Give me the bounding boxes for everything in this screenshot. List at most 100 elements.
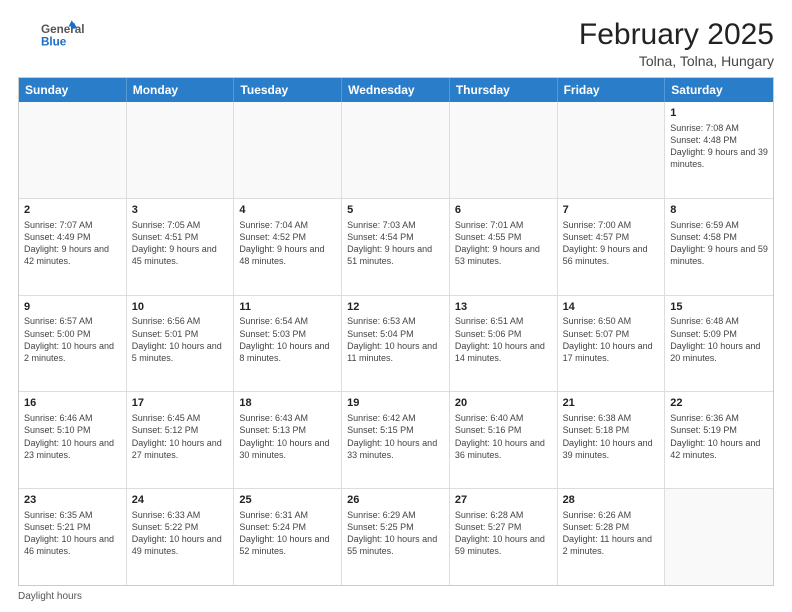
day-info: Sunrise: 7:00 AM Sunset: 4:57 PM Dayligh…: [563, 219, 660, 268]
calendar-body: 1Sunrise: 7:08 AM Sunset: 4:48 PM Daylig…: [19, 102, 773, 585]
day-number: 23: [24, 493, 121, 508]
day-number: 14: [563, 300, 660, 315]
day-number: 28: [563, 493, 660, 508]
day-cell-8: 8Sunrise: 6:59 AM Sunset: 4:58 PM Daylig…: [665, 199, 773, 295]
day-info: Sunrise: 7:01 AM Sunset: 4:55 PM Dayligh…: [455, 219, 552, 268]
day-header-tuesday: Tuesday: [234, 78, 342, 102]
footer-note: Daylight hours: [18, 591, 774, 602]
day-header-friday: Friday: [558, 78, 666, 102]
empty-cell: [665, 489, 773, 585]
day-info: Sunrise: 7:05 AM Sunset: 4:51 PM Dayligh…: [132, 219, 229, 268]
day-info: Sunrise: 6:50 AM Sunset: 5:07 PM Dayligh…: [563, 315, 660, 364]
day-number: 21: [563, 396, 660, 411]
calendar-row-3: 16Sunrise: 6:46 AM Sunset: 5:10 PM Dayli…: [19, 391, 773, 488]
day-info: Sunrise: 6:51 AM Sunset: 5:06 PM Dayligh…: [455, 315, 552, 364]
day-cell-7: 7Sunrise: 7:00 AM Sunset: 4:57 PM Daylig…: [558, 199, 666, 295]
day-info: Sunrise: 6:36 AM Sunset: 5:19 PM Dayligh…: [670, 412, 768, 461]
day-cell-20: 20Sunrise: 6:40 AM Sunset: 5:16 PM Dayli…: [450, 392, 558, 488]
empty-cell: [450, 102, 558, 198]
day-info: Sunrise: 6:54 AM Sunset: 5:03 PM Dayligh…: [239, 315, 336, 364]
day-cell-16: 16Sunrise: 6:46 AM Sunset: 5:10 PM Dayli…: [19, 392, 127, 488]
month-year: February 2025: [579, 18, 774, 51]
calendar-header: SundayMondayTuesdayWednesdayThursdayFrid…: [19, 78, 773, 102]
day-info: Sunrise: 6:56 AM Sunset: 5:01 PM Dayligh…: [132, 315, 229, 364]
calendar-row-1: 2Sunrise: 7:07 AM Sunset: 4:49 PM Daylig…: [19, 198, 773, 295]
day-cell-27: 27Sunrise: 6:28 AM Sunset: 5:27 PM Dayli…: [450, 489, 558, 585]
day-number: 5: [347, 203, 444, 218]
empty-cell: [558, 102, 666, 198]
day-info: Sunrise: 7:08 AM Sunset: 4:48 PM Dayligh…: [670, 122, 768, 171]
day-info: Sunrise: 6:40 AM Sunset: 5:16 PM Dayligh…: [455, 412, 552, 461]
day-cell-13: 13Sunrise: 6:51 AM Sunset: 5:06 PM Dayli…: [450, 296, 558, 392]
day-number: 6: [455, 203, 552, 218]
day-cell-1: 1Sunrise: 7:08 AM Sunset: 4:48 PM Daylig…: [665, 102, 773, 198]
day-header-sunday: Sunday: [19, 78, 127, 102]
logo: General Blue: [18, 18, 98, 52]
day-info: Sunrise: 6:28 AM Sunset: 5:27 PM Dayligh…: [455, 509, 552, 558]
day-info: Sunrise: 6:26 AM Sunset: 5:28 PM Dayligh…: [563, 509, 660, 558]
empty-cell: [127, 102, 235, 198]
day-cell-3: 3Sunrise: 7:05 AM Sunset: 4:51 PM Daylig…: [127, 199, 235, 295]
day-cell-6: 6Sunrise: 7:01 AM Sunset: 4:55 PM Daylig…: [450, 199, 558, 295]
day-cell-10: 10Sunrise: 6:56 AM Sunset: 5:01 PM Dayli…: [127, 296, 235, 392]
page: General Blue February 2025 Tolna, Tolna,…: [0, 0, 792, 612]
day-cell-5: 5Sunrise: 7:03 AM Sunset: 4:54 PM Daylig…: [342, 199, 450, 295]
day-info: Sunrise: 6:31 AM Sunset: 5:24 PM Dayligh…: [239, 509, 336, 558]
logo-icon: General Blue: [18, 18, 98, 52]
day-number: 22: [670, 396, 768, 411]
day-header-wednesday: Wednesday: [342, 78, 450, 102]
day-cell-11: 11Sunrise: 6:54 AM Sunset: 5:03 PM Dayli…: [234, 296, 342, 392]
day-number: 19: [347, 396, 444, 411]
day-number: 25: [239, 493, 336, 508]
day-number: 16: [24, 396, 121, 411]
day-header-thursday: Thursday: [450, 78, 558, 102]
empty-cell: [234, 102, 342, 198]
calendar: SundayMondayTuesdayWednesdayThursdayFrid…: [18, 77, 774, 586]
day-number: 15: [670, 300, 768, 315]
day-number: 26: [347, 493, 444, 508]
day-number: 27: [455, 493, 552, 508]
empty-cell: [19, 102, 127, 198]
day-cell-4: 4Sunrise: 7:04 AM Sunset: 4:52 PM Daylig…: [234, 199, 342, 295]
day-number: 9: [24, 300, 121, 315]
calendar-row-2: 9Sunrise: 6:57 AM Sunset: 5:00 PM Daylig…: [19, 295, 773, 392]
day-number: 24: [132, 493, 229, 508]
day-cell-26: 26Sunrise: 6:29 AM Sunset: 5:25 PM Dayli…: [342, 489, 450, 585]
day-cell-9: 9Sunrise: 6:57 AM Sunset: 5:00 PM Daylig…: [19, 296, 127, 392]
day-number: 8: [670, 203, 768, 218]
day-number: 17: [132, 396, 229, 411]
day-info: Sunrise: 7:03 AM Sunset: 4:54 PM Dayligh…: [347, 219, 444, 268]
day-cell-23: 23Sunrise: 6:35 AM Sunset: 5:21 PM Dayli…: [19, 489, 127, 585]
day-cell-17: 17Sunrise: 6:45 AM Sunset: 5:12 PM Dayli…: [127, 392, 235, 488]
empty-cell: [342, 102, 450, 198]
day-cell-15: 15Sunrise: 6:48 AM Sunset: 5:09 PM Dayli…: [665, 296, 773, 392]
calendar-row-0: 1Sunrise: 7:08 AM Sunset: 4:48 PM Daylig…: [19, 102, 773, 198]
day-info: Sunrise: 6:35 AM Sunset: 5:21 PM Dayligh…: [24, 509, 121, 558]
day-cell-14: 14Sunrise: 6:50 AM Sunset: 5:07 PM Dayli…: [558, 296, 666, 392]
day-number: 3: [132, 203, 229, 218]
day-cell-24: 24Sunrise: 6:33 AM Sunset: 5:22 PM Dayli…: [127, 489, 235, 585]
day-cell-2: 2Sunrise: 7:07 AM Sunset: 4:49 PM Daylig…: [19, 199, 127, 295]
day-info: Sunrise: 6:42 AM Sunset: 5:15 PM Dayligh…: [347, 412, 444, 461]
day-number: 18: [239, 396, 336, 411]
day-info: Sunrise: 6:45 AM Sunset: 5:12 PM Dayligh…: [132, 412, 229, 461]
day-info: Sunrise: 6:53 AM Sunset: 5:04 PM Dayligh…: [347, 315, 444, 364]
day-number: 2: [24, 203, 121, 218]
day-number: 20: [455, 396, 552, 411]
day-number: 4: [239, 203, 336, 218]
calendar-row-4: 23Sunrise: 6:35 AM Sunset: 5:21 PM Dayli…: [19, 488, 773, 585]
day-number: 10: [132, 300, 229, 315]
day-header-monday: Monday: [127, 78, 235, 102]
day-info: Sunrise: 6:59 AM Sunset: 4:58 PM Dayligh…: [670, 219, 768, 268]
day-info: Sunrise: 6:38 AM Sunset: 5:18 PM Dayligh…: [563, 412, 660, 461]
day-cell-28: 28Sunrise: 6:26 AM Sunset: 5:28 PM Dayli…: [558, 489, 666, 585]
day-info: Sunrise: 6:29 AM Sunset: 5:25 PM Dayligh…: [347, 509, 444, 558]
day-info: Sunrise: 6:33 AM Sunset: 5:22 PM Dayligh…: [132, 509, 229, 558]
day-info: Sunrise: 6:57 AM Sunset: 5:00 PM Dayligh…: [24, 315, 121, 364]
header: General Blue February 2025 Tolna, Tolna,…: [18, 18, 774, 69]
day-info: Sunrise: 6:48 AM Sunset: 5:09 PM Dayligh…: [670, 315, 768, 364]
day-number: 1: [670, 106, 768, 121]
day-cell-19: 19Sunrise: 6:42 AM Sunset: 5:15 PM Dayli…: [342, 392, 450, 488]
location: Tolna, Tolna, Hungary: [579, 53, 774, 69]
day-cell-22: 22Sunrise: 6:36 AM Sunset: 5:19 PM Dayli…: [665, 392, 773, 488]
